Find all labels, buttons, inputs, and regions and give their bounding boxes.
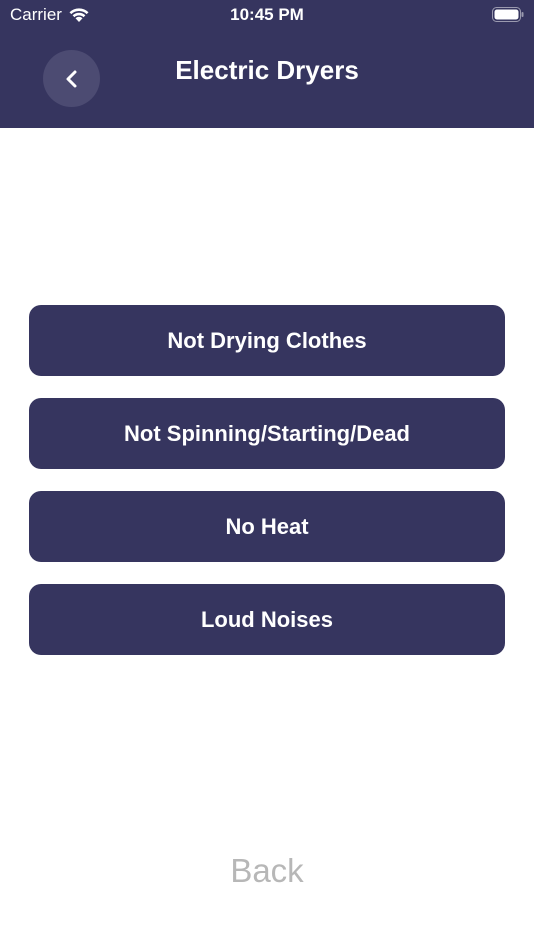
problem-menu: Not Drying Clothes Not Spinning/Starting… (29, 305, 505, 677)
status-time: 10:45 PM (230, 5, 304, 24)
nav-header: Carrier 10:45 PM Electric Dryers (0, 0, 534, 128)
loud-noises-button[interactable]: Loud Noises (29, 584, 505, 655)
no-heat-button[interactable]: No Heat (29, 491, 505, 562)
page-title: Electric Dryers (175, 55, 359, 85)
not-drying-clothes-button[interactable]: Not Drying Clothes (29, 305, 505, 376)
status-bar: Carrier 10:45 PM (0, 0, 534, 30)
back-button[interactable]: Back (0, 852, 534, 890)
not-spinning-button[interactable]: Not Spinning/Starting/Dead (29, 398, 505, 469)
battery-icon (492, 7, 524, 22)
